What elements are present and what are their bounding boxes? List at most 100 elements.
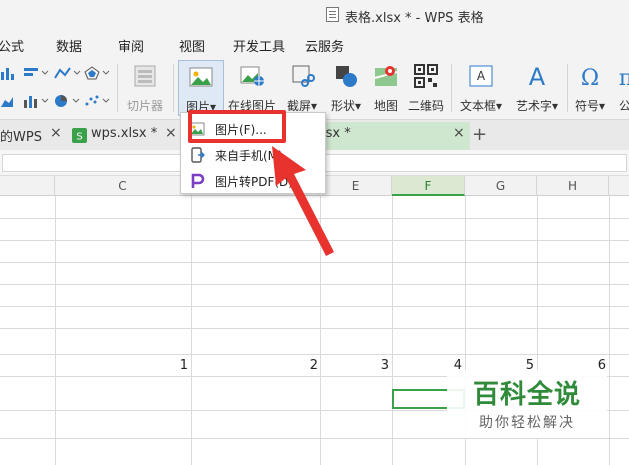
wordart-label: 艺术字▾ [515,99,559,113]
document-icon [326,7,339,22]
slicer-label: 切片器 [126,99,163,113]
cell-value[interactable]: 1 [130,358,188,373]
close-icon[interactable]: × [165,125,177,141]
annotation-highlight-box [188,110,286,143]
phone-icon [191,147,205,163]
window-title: 表格.xlsx * - WPS 表格 [345,11,484,26]
qrcode-icon [414,64,438,88]
grid-line [191,196,192,465]
doc-tab-active[interactable]: lsx * × [320,122,470,150]
tab-formula[interactable]: 公式 [0,36,24,55]
screenshot-button[interactable]: 截屏▾ [282,60,322,116]
map-label: 地图 [373,99,398,113]
grid-line [0,306,629,307]
grid-line [0,218,629,219]
cell-value[interactable]: 2 [260,358,318,373]
menu-item-picture-to-pdf[interactable]: 图片转PDF(D) [181,169,325,193]
tab-developer[interactable]: 开发工具 [233,36,285,55]
column-header-g[interactable]: G [465,176,537,196]
formula-button[interactable]: π 公 [612,60,629,116]
pdf-convert-icon [191,173,205,188]
svg-text:S: S [76,132,82,143]
symbol-label: 符号▾ [574,99,606,113]
online-picture-button[interactable]: 在线图片 [226,60,278,116]
tab-review[interactable]: 审阅 [118,36,144,55]
omega-icon: Ω [581,66,599,89]
shapes-button[interactable]: 形状▾ [326,60,366,116]
close-icon[interactable]: × [453,125,465,141]
map-icon [374,66,398,86]
grid-line [392,196,393,465]
ribbon: 切片器 图片▾ 在线图片 截屏▾ 形状▾ 地图 二维码 A 文本框▾ A 艺术字… [0,56,629,120]
area-chart-icon[interactable] [0,94,14,108]
textbox-label: 文本框▾ [459,99,503,113]
column-header-f[interactable]: F [392,176,465,196]
ribbon-separator [173,64,174,112]
menu-item-label: 来自手机(M) [215,149,283,163]
column-header-c[interactable]: C [55,176,191,196]
title-bar [0,0,629,30]
radar-chart-icon[interactable] [84,66,112,80]
qrcode-label: 二维码 [407,99,444,113]
spreadsheet-icon: S [72,128,87,143]
scatter-chart-icon[interactable] [84,94,112,108]
online-picture-icon [240,66,264,86]
ribbon-separator [117,64,118,112]
shapes-icon [336,66,357,87]
picture-icon [189,67,213,87]
textbox-icon: A [469,65,493,87]
row-chart-icon[interactable] [23,66,49,80]
active-tab-label: lsx * [322,126,351,141]
menu-bar: 公式 数据 审阅 视图 开发工具 云服务 [0,30,629,56]
close-icon[interactable]: × [50,125,62,141]
pi-icon: π [619,66,629,89]
svg-text:Ω: Ω [581,66,599,89]
slicer-icon [134,65,156,87]
menu-item-label: 图片转PDF(D) [215,175,293,189]
tab-data[interactable]: 数据 [56,36,82,55]
menu-item-from-phone[interactable]: 来自手机(M) [181,143,325,167]
bar-chart-icon[interactable] [0,66,14,80]
grid-line [0,262,629,263]
column-header-i[interactable] [609,176,629,196]
grid-line [0,240,629,241]
watermark-subtitle: 助你轻松解决 [479,415,575,431]
scissors-icon [292,65,315,87]
ribbon-separator [567,64,568,112]
tab-cloud[interactable]: 云服务 [305,36,344,55]
grid-line [0,354,629,355]
column-header-e[interactable]: E [320,176,392,196]
formula-label: 公 [619,99,629,113]
line-chart-icon[interactable] [54,66,82,80]
ribbon-separator [451,64,452,112]
add-tab-icon[interactable]: + [472,124,487,145]
column-header-h[interactable]: H [537,176,609,196]
wordart-icon: A [529,63,546,89]
wordart-button[interactable]: A 艺术字▾ [510,60,564,116]
qrcode-button[interactable]: 二维码 [405,60,447,116]
insert-picture-button[interactable]: 图片▾ [178,60,224,116]
doc-tab-wps-xlsx[interactable]: wps.xlsx * [91,126,157,141]
symbol-button[interactable]: Ω 符号▾ [570,60,610,116]
column-chart-icon[interactable] [23,94,49,108]
grid-line [0,284,629,285]
watermark-logo: 百科全说 助你轻松解决 [447,370,607,438]
grid-line [320,196,321,465]
cell-value[interactable]: 3 [331,358,389,373]
grid-line [0,438,629,439]
map-button[interactable]: 地图 [368,60,404,116]
grid-line [0,328,629,329]
tab-view[interactable]: 视图 [179,36,205,55]
grid-line [609,196,610,465]
pie-chart-icon[interactable] [54,94,82,108]
svg-text:π: π [619,66,629,89]
column-header-blank [0,176,55,196]
svg-text:A: A [477,69,486,83]
doc-tab-wps[interactable]: 的WPS [0,126,42,145]
textbox-button[interactable]: A 文本框▾ [456,60,506,116]
shapes-label: 形状▾ [330,99,362,113]
watermark-title: 百科全说 [472,380,581,410]
svg-text:A: A [529,63,546,89]
grid-line [55,196,56,465]
slicer-button[interactable]: 切片器 [122,60,168,116]
